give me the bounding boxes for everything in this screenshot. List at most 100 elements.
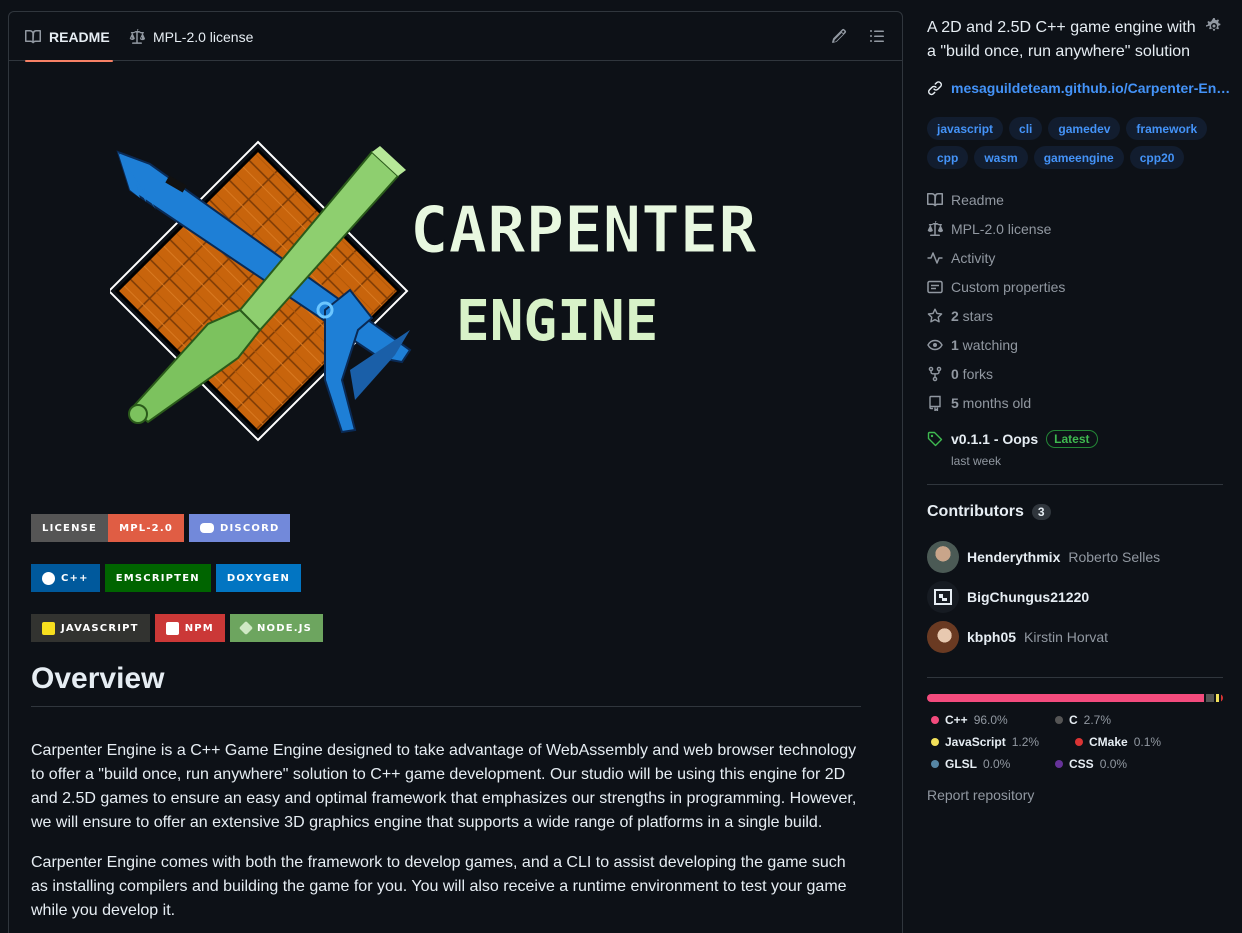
topic-cpp[interactable]: cpp bbox=[927, 146, 969, 169]
contributors-title: Contributors bbox=[927, 503, 1024, 520]
avatar bbox=[927, 621, 959, 653]
js-icon bbox=[42, 621, 55, 635]
discord-badge[interactable]: DISCORD bbox=[189, 514, 291, 542]
contributor-henderythmix[interactable]: Henderythmix Roberto Selles bbox=[927, 541, 1160, 573]
language-percent: 0.0% bbox=[983, 757, 1011, 771]
overview-paragraph-1: Carpenter Engine is a C++ Game Engine de… bbox=[31, 742, 857, 831]
outline-button[interactable] bbox=[867, 26, 887, 46]
badge-row-3: JAVASCRIPT NPM NODE.JS bbox=[31, 614, 324, 642]
npm-badge[interactable]: NPM bbox=[154, 614, 225, 642]
emscripten-badge[interactable]: EMSCRIPTEN bbox=[104, 564, 211, 592]
nodejs-badge-label: NODE.JS bbox=[256, 622, 313, 634]
tag-icon bbox=[927, 431, 943, 447]
book-icon bbox=[25, 29, 41, 43]
badge-row-2: C++ EMSCRIPTEN DOXYGEN bbox=[31, 564, 302, 592]
topic-gameengine[interactable]: gameengine bbox=[1033, 146, 1124, 169]
overview-heading: Overview bbox=[31, 662, 861, 707]
nodejs-badge[interactable]: NODE.JS bbox=[229, 614, 324, 642]
language-javascript[interactable]: JavaScript 1.2% bbox=[931, 734, 1055, 750]
repo-icon bbox=[929, 395, 941, 411]
language-css[interactable]: CSS 0.0% bbox=[1055, 756, 1175, 772]
contributor-name: Roberto Selles bbox=[1068, 549, 1161, 565]
stars-count: 2 bbox=[951, 308, 959, 324]
tab-readme[interactable]: README bbox=[25, 12, 113, 62]
language-list: C++ 96.0% C 2.7% JavaScript 1.2% CMake 0… bbox=[931, 712, 1227, 772]
pulse-icon bbox=[927, 252, 943, 264]
avatar bbox=[927, 581, 959, 613]
meta-license-label: MPL-2.0 license bbox=[951, 221, 1052, 237]
meta-readme-label: Readme bbox=[951, 192, 1004, 208]
language-c[interactable]: C 2.7% bbox=[1055, 712, 1175, 728]
homepage-link[interactable]: mesaguildeteam.github.io/Carpenter-En… bbox=[927, 80, 1230, 96]
language-bar-segment bbox=[1221, 694, 1223, 702]
language-cpp[interactable]: C++ 96.0% bbox=[931, 712, 1035, 728]
logo-line1: CARPENTER bbox=[410, 194, 757, 268]
javascript-badge[interactable]: JAVASCRIPT bbox=[31, 614, 150, 642]
meta-custom-properties[interactable]: Custom properties bbox=[927, 279, 1065, 295]
eye-icon bbox=[927, 339, 943, 351]
language-dot bbox=[1075, 738, 1083, 746]
language-percent: 96.0% bbox=[973, 713, 1008, 727]
contributor-login: Henderythmix bbox=[967, 549, 1061, 565]
contributor-kbph05[interactable]: kbph05 Kirstin Horvat bbox=[927, 621, 1108, 653]
language-cmake[interactable]: CMake 0.1% bbox=[1075, 734, 1195, 750]
release-date: last week bbox=[951, 454, 1002, 468]
topic-gamedev[interactable]: gamedev bbox=[1048, 117, 1121, 140]
discord-icon bbox=[200, 523, 214, 533]
topic-javascript[interactable]: javascript bbox=[927, 117, 1004, 140]
doxygen-badge-label: DOXYGEN bbox=[215, 564, 302, 592]
about-description: A 2D and 2.5D C++ game engine with a "bu… bbox=[927, 19, 1196, 60]
contributor-name: Kirstin Horvat bbox=[1024, 629, 1109, 645]
star-icon bbox=[927, 308, 943, 323]
logo-graphic: CARPENTER ENGINE bbox=[107, 140, 758, 442]
language-bar-segment bbox=[1215, 694, 1220, 702]
report-repository-link[interactable]: Report repository bbox=[927, 787, 1034, 803]
cpp-icon bbox=[42, 571, 55, 585]
tab-license[interactable]: MPL-2.0 license bbox=[129, 12, 253, 61]
meta-forks[interactable]: 0 forks bbox=[927, 366, 993, 382]
meta-readme[interactable]: Readme bbox=[927, 192, 1004, 208]
list-icon bbox=[870, 30, 884, 42]
sidebar-divider bbox=[927, 677, 1223, 678]
carpenter-engine-logo: CARPENTER ENGINE bbox=[107, 140, 810, 450]
contributors-heading[interactable]: Contributors 3 bbox=[927, 503, 1051, 521]
homepage-link-text: mesaguildeteam.github.io/Carpenter-En… bbox=[951, 80, 1231, 96]
contributor-bigchungus21220[interactable]: BigChungus21220 bbox=[927, 581, 1089, 613]
meta-stars[interactable]: 2 stars bbox=[927, 308, 993, 324]
meta-activity[interactable]: Activity bbox=[927, 250, 995, 266]
sidebar-divider bbox=[927, 484, 1223, 485]
law-icon bbox=[129, 28, 145, 44]
gear-icon[interactable] bbox=[1206, 18, 1222, 34]
latest-release[interactable]: v0.1.1 - Oops Latest last week bbox=[927, 430, 1098, 468]
forks-count: 0 bbox=[951, 366, 959, 382]
note-icon bbox=[927, 280, 943, 294]
doxygen-badge[interactable]: DOXYGEN bbox=[215, 564, 302, 592]
language-percent: 1.2% bbox=[1011, 735, 1040, 749]
topic-cli[interactable]: cli bbox=[1009, 117, 1043, 140]
meta-license[interactable]: MPL-2.0 license bbox=[927, 221, 1051, 237]
edit-button[interactable] bbox=[829, 26, 849, 46]
language-dot bbox=[931, 716, 939, 724]
topic-wasm[interactable]: wasm bbox=[974, 146, 1028, 169]
contributor-login: BigChungus21220 bbox=[967, 589, 1090, 605]
latest-badge: Latest bbox=[1046, 430, 1098, 448]
overview-paragraph-2: Carpenter Engine comes with both the fra… bbox=[31, 854, 847, 919]
emscripten-badge-label: EMSCRIPTEN bbox=[104, 564, 211, 592]
language-glsl[interactable]: GLSL 0.0% bbox=[931, 756, 1035, 772]
language-percent: 0.0% bbox=[1099, 757, 1128, 771]
meta-watching[interactable]: 1 watching bbox=[927, 337, 1018, 353]
forks-label: forks bbox=[958, 366, 994, 382]
topic-cpp20[interactable]: cpp20 bbox=[1129, 146, 1185, 169]
avatar bbox=[927, 541, 959, 573]
cpp-badge[interactable]: C++ bbox=[31, 564, 100, 592]
npm-badge-label: NPM bbox=[184, 622, 214, 634]
license-badge[interactable]: LICENSE MPL-2.0 bbox=[31, 514, 184, 542]
language-bar-segment bbox=[1206, 694, 1214, 702]
logo-line2: ENGINE bbox=[456, 289, 658, 354]
badge-row-1: LICENSE MPL-2.0 DISCORD bbox=[31, 514, 291, 542]
language-name: C++ bbox=[945, 713, 968, 727]
topic-framework[interactable]: framework bbox=[1126, 117, 1208, 140]
meta-age: 5 months old bbox=[927, 395, 1031, 411]
release-name: v0.1.1 - Oops bbox=[951, 431, 1039, 447]
license-badge-value: MPL-2.0 bbox=[108, 514, 184, 542]
